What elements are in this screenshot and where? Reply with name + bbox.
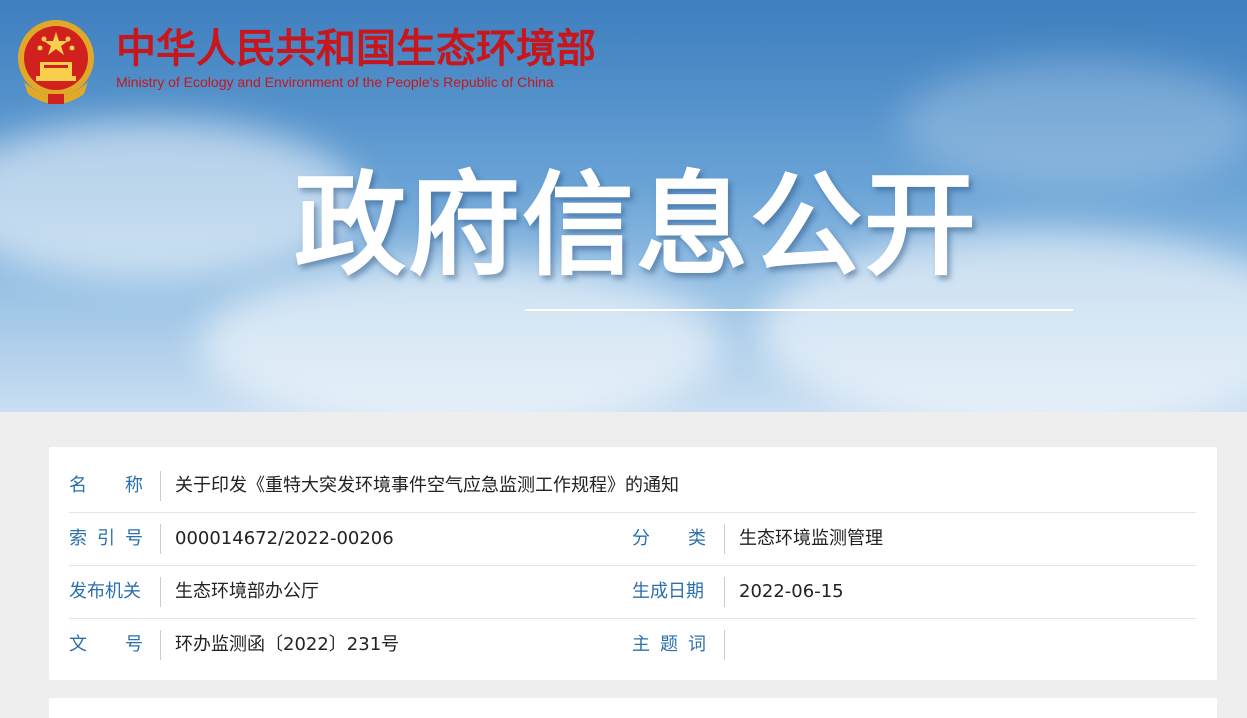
site-subtitle[interactable]: Ministry of Ecology and Environment of t… [116, 74, 554, 90]
national-emblem-icon[interactable] [14, 18, 98, 106]
info-row-docno: 文 号 环办监测函〔2022〕231号 主 题 词 [69, 618, 1196, 671]
name-label: 名 称 [69, 475, 143, 496]
docno-value: 环办监测函〔2022〕231号 [175, 634, 400, 655]
content-panel [49, 698, 1217, 718]
info-row-issuer: 发布机关 生态环境部办公厅 生成日期 2022-06-15 [69, 565, 1196, 619]
divider [160, 471, 161, 501]
divider [160, 630, 161, 660]
index-label: 索 引 号 [69, 528, 143, 549]
date-value: 2022-06-15 [739, 581, 844, 602]
site-title[interactable]: 中华人民共和国生态环境部 [116, 26, 596, 72]
keywords-label: 主 题 词 [632, 634, 706, 655]
divider [724, 630, 725, 660]
issuer-label: 发布机关 [69, 581, 141, 602]
date-label: 生成日期 [632, 581, 704, 602]
info-row-index: 索 引 号 000014672/2022-00206 分 类 生态环境监测管理 [69, 512, 1196, 566]
info-row-name: 名 称 关于印发《重特大突发环境事件空气应急监测工作规程》的通知 [69, 459, 1196, 513]
divider [160, 577, 161, 607]
index-value: 000014672/2022-00206 [175, 528, 394, 549]
category-label: 分 类 [632, 528, 706, 549]
title-underline [525, 309, 1073, 311]
divider [724, 577, 725, 607]
divider [724, 524, 725, 554]
page-title: 政府信息公开 [294, 161, 978, 291]
docno-label: 文 号 [69, 634, 143, 655]
category-value: 生态环境监测管理 [739, 528, 883, 549]
issuer-value: 生态环境部办公厅 [175, 581, 319, 602]
divider [160, 524, 161, 554]
name-value: 关于印发《重特大突发环境事件空气应急监测工作规程》的通知 [175, 475, 679, 496]
document-info-panel: 名 称 关于印发《重特大突发环境事件空气应急监测工作规程》的通知 索 引 号 0… [49, 447, 1217, 680]
header-banner: 中华人民共和国生态环境部 Ministry of Ecology and Env… [0, 0, 1247, 412]
